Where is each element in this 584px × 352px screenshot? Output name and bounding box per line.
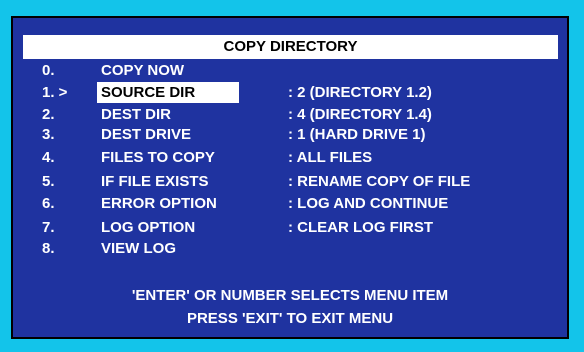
menu-item-label: ERROR OPTION: [101, 195, 217, 212]
menu-item-value: : 1 (HARD DRIVE 1): [288, 126, 426, 143]
menu-item-number: 1. >: [42, 84, 68, 101]
menu-panel: COPY DIRECTORY 0. COPY NOW 1. > SOURCE D…: [11, 16, 569, 339]
menu-item-number: 2.: [42, 106, 55, 123]
menu-item-number: 8.: [42, 240, 55, 257]
menu-item-dest-drive[interactable]: 3. DEST DRIVE : 1 (HARD DRIVE 1): [13, 124, 567, 145]
menu-item-number: 3.: [42, 126, 55, 143]
menu-item-label: VIEW LOG: [101, 240, 176, 257]
menu-item-number: 6.: [42, 195, 55, 212]
menu-item-files-to-copy[interactable]: 4. FILES TO COPY : ALL FILES: [13, 147, 567, 168]
menu-item-if-file-exists[interactable]: 5. IF FILE EXISTS : RENAME COPY OF FILE: [13, 171, 567, 192]
menu-item-value: : LOG AND CONTINUE: [288, 195, 449, 212]
footer-instructions-exit: PRESS 'EXIT' TO EXIT MENU: [186, 310, 394, 327]
menu-item-error-option[interactable]: 6. ERROR OPTION : LOG AND CONTINUE: [13, 193, 567, 214]
menu-item-copy-now[interactable]: 0. COPY NOW: [13, 60, 567, 81]
menu-item-label: LOG OPTION: [101, 219, 196, 236]
menu-item-label: COPY NOW: [101, 62, 185, 79]
footer-instructions-select: 'ENTER' OR NUMBER SELECTS MENU ITEM: [131, 287, 449, 304]
menu-item-value: : ALL FILES: [288, 149, 373, 166]
menu-item-source-dir[interactable]: 1. > SOURCE DIR : 2 (DIRECTORY 1.2): [13, 82, 567, 103]
menu-item-value: : CLEAR LOG FIRST: [288, 219, 433, 236]
menu-item-label: IF FILE EXISTS: [101, 173, 209, 190]
menu-item-view-log[interactable]: 8. VIEW LOG: [13, 238, 567, 259]
menu-item-label: DEST DRIVE: [101, 126, 192, 143]
menu-item-dest-dir[interactable]: 2. DEST DIR : 4 (DIRECTORY 1.4): [13, 104, 567, 125]
menu-item-log-option[interactable]: 7. LOG OPTION : CLEAR LOG FIRST: [13, 217, 567, 238]
screen-background: COPY DIRECTORY 0. COPY NOW 1. > SOURCE D…: [0, 0, 584, 352]
menu-item-label: FILES TO COPY: [101, 149, 215, 166]
menu-item-number: 4.: [42, 149, 55, 166]
menu-title: COPY DIRECTORY: [23, 35, 558, 59]
menu-item-number: 0.: [42, 62, 55, 79]
menu-item-value: : 2 (DIRECTORY 1.2): [288, 84, 432, 101]
menu-item-number: 5.: [42, 173, 55, 190]
menu-item-value: : RENAME COPY OF FILE: [288, 173, 471, 190]
menu-item-number: 7.: [42, 219, 55, 236]
menu-item-label: DEST DIR: [101, 106, 172, 123]
menu-item-value: : 4 (DIRECTORY 1.4): [288, 106, 432, 123]
menu-item-label-selected: SOURCE DIR: [97, 82, 239, 103]
